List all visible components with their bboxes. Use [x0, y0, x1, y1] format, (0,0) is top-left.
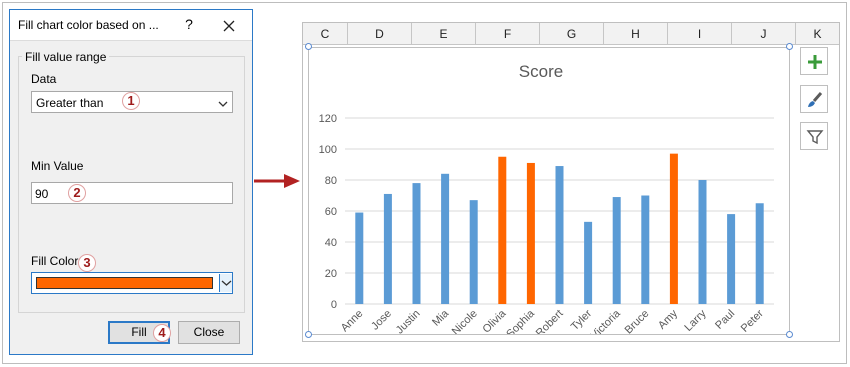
min-value-text: 90 — [35, 187, 49, 201]
bar-anne — [355, 212, 364, 304]
dialog-title: Fill chart color based on ... — [18, 18, 159, 32]
chart-styles-button[interactable] — [800, 85, 828, 113]
filter-icon — [806, 130, 824, 145]
close-icon[interactable] — [220, 17, 238, 35]
bar-robert — [555, 166, 564, 304]
group-label: Fill value range — [22, 50, 110, 64]
data-condition-value: Greater than — [36, 96, 104, 110]
column-header[interactable]: E — [412, 23, 476, 45]
step-badge-1: 1 — [122, 92, 140, 110]
bar-sophia — [526, 162, 535, 304]
paintbrush-icon — [808, 92, 823, 107]
x-tick-label: Larry — [682, 307, 709, 334]
step-badge-2: 2 — [68, 184, 86, 202]
bar-justin — [412, 183, 421, 304]
y-tick-label: 80 — [325, 175, 337, 187]
chart-filters-button[interactable] — [800, 122, 828, 150]
x-tick-label: Paul — [713, 308, 737, 332]
column-header[interactable]: C — [303, 23, 348, 45]
x-tick-label: Bruce — [623, 308, 652, 334]
y-tick-label: 120 — [319, 113, 337, 125]
x-tick-label: Amy — [656, 307, 680, 331]
y-tick-label: 0 — [331, 299, 337, 311]
fill-color-select[interactable] — [31, 272, 233, 294]
bar-victoria — [612, 197, 621, 304]
x-tick-label: Jose — [369, 308, 394, 333]
step-badge-3: 3 — [78, 254, 96, 272]
fill-color-dropdown-button[interactable] — [219, 274, 232, 292]
x-tick-label: Anne — [339, 308, 366, 334]
bar-olivia — [498, 156, 507, 304]
bar-larry — [698, 180, 707, 304]
dialog-titlebar: Fill chart color based on ... ? — [10, 10, 252, 41]
bar-paul — [727, 214, 736, 304]
y-tick-label: 40 — [325, 237, 337, 249]
bar-amy — [669, 153, 678, 304]
column-header[interactable]: D — [348, 23, 412, 45]
resize-handle[interactable] — [786, 331, 793, 338]
chart-title: Score — [519, 62, 563, 81]
x-tick-label: Tyler — [569, 307, 595, 333]
arrow-right-icon — [254, 174, 300, 188]
bar-bruce — [641, 195, 650, 304]
chart-area[interactable]: Score 0 20 40 60 80 100 120 Anne Jose Justin Mia N… — [308, 47, 790, 342]
x-tick-label: Olivia — [480, 307, 509, 334]
x-tick-label: Victoria — [589, 307, 624, 334]
bar-jose — [383, 193, 392, 304]
close-button[interactable]: Close — [178, 321, 240, 344]
x-tick-label: Sophia — [504, 307, 537, 334]
fill-color-swatch — [36, 277, 213, 289]
x-tick-label: Mia — [430, 307, 452, 329]
bar-mia — [441, 173, 450, 304]
chevron-down-icon — [221, 280, 232, 286]
bar-tyler — [584, 221, 593, 304]
min-value-input[interactable]: 90 — [31, 182, 233, 204]
column-header[interactable]: I — [668, 23, 732, 45]
min-value-label: Min Value — [31, 159, 84, 173]
x-tick-label: Justin — [394, 308, 423, 334]
help-button[interactable]: ? — [181, 16, 197, 32]
step-badge-4: 4 — [153, 324, 171, 342]
plus-icon — [808, 55, 822, 69]
y-tick-label: 100 — [319, 144, 337, 156]
column-header[interactable]: H — [604, 23, 668, 45]
column-header[interactable]: F — [476, 23, 540, 45]
data-label: Data — [31, 72, 57, 86]
fill-color-label: Fill Color — [31, 254, 79, 268]
x-tick-label: Peter — [739, 307, 766, 334]
bar-peter — [755, 203, 764, 304]
y-tick-label: 20 — [325, 268, 337, 280]
column-header[interactable]: G — [540, 23, 604, 45]
chevron-down-icon[interactable] — [217, 98, 229, 108]
bar-nicole — [469, 200, 478, 304]
x-tick-label: Robert — [534, 308, 566, 334]
fill-chart-color-dialog: Fill chart color based on ... ? Fill val… — [9, 9, 253, 355]
column-header[interactable]: K — [796, 23, 839, 45]
column-header-row: C D E F G H I J K — [303, 23, 839, 45]
y-tick-label: 60 — [325, 206, 337, 218]
resize-handle[interactable] — [305, 43, 312, 50]
column-chart: Score 0 20 40 60 80 100 120 Anne Jose Justin MiaN… — [319, 62, 774, 342]
x-tick-label: Nicole — [450, 308, 480, 334]
resize-handle[interactable] — [305, 331, 312, 338]
chart-elements-button[interactable] — [800, 47, 828, 75]
worksheet: C D E F G H I J K Score 0 20 40 60 80 100 120 … — [302, 22, 840, 342]
resize-handle[interactable] — [786, 43, 793, 50]
column-header[interactable]: J — [732, 23, 796, 45]
